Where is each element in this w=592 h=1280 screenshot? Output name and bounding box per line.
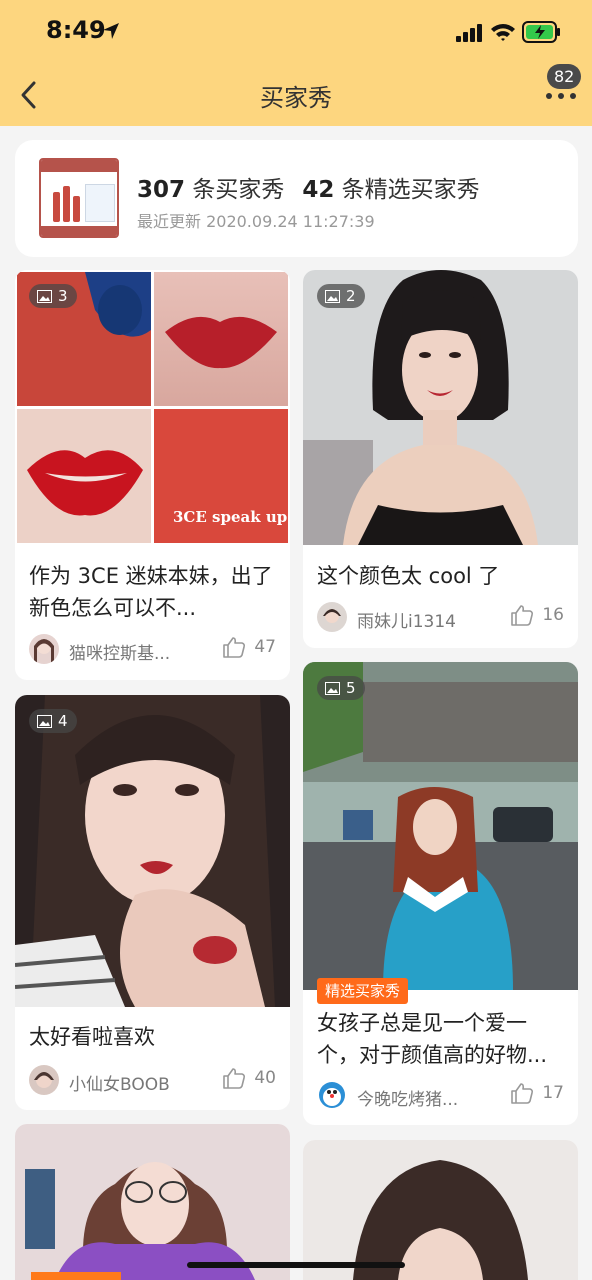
product-thumbnail[interactable] bbox=[39, 158, 119, 238]
like-button[interactable]: 17 bbox=[510, 1082, 564, 1104]
post-caption: 这个颜色太 cool 了 bbox=[317, 564, 500, 588]
post-author: 今晚吃烤猪... 17 bbox=[317, 1080, 564, 1112]
like-button[interactable]: 47 bbox=[222, 636, 276, 658]
like-count: 40 bbox=[254, 1068, 276, 1088]
page-title: 买家秀 bbox=[260, 84, 332, 112]
image-icon bbox=[325, 681, 340, 695]
navigation-bar: 买家秀 82 bbox=[0, 64, 592, 126]
post-card[interactable] bbox=[303, 1140, 578, 1280]
author-name: 今晚吃烤猪... bbox=[357, 1090, 459, 1110]
summary-card: 307 条买家秀 42 条精选买家秀 最近更新 2020.09.24 11:27:… bbox=[15, 140, 578, 257]
avatar bbox=[317, 602, 347, 632]
avatar bbox=[317, 1080, 347, 1110]
post-card[interactable]: 2 这个颜色太 cool 了 雨妹儿i1314 16 bbox=[303, 270, 578, 648]
like-button[interactable]: 40 bbox=[222, 1067, 276, 1089]
image-count-badge: 5 bbox=[317, 676, 365, 700]
post-photo bbox=[303, 1140, 578, 1280]
post-photo: 3CE speak up 3 bbox=[15, 270, 290, 545]
image-icon bbox=[37, 714, 52, 728]
post-card[interactable] bbox=[15, 1124, 290, 1280]
like-count: 47 bbox=[254, 637, 276, 657]
featured-count: 42 bbox=[302, 177, 335, 203]
post-photo: 5 bbox=[303, 662, 578, 990]
author-name: 猫咪控斯基... bbox=[69, 644, 171, 664]
notification-badge: 82 bbox=[547, 64, 582, 89]
thumbs-up-icon bbox=[223, 637, 246, 658]
featured-tag: 精选买家秀 bbox=[317, 978, 409, 1004]
buyer-show-count: 307 bbox=[137, 177, 186, 203]
author-name: 小仙女BOOB bbox=[69, 1075, 170, 1095]
like-count: 16 bbox=[542, 605, 564, 625]
image-icon bbox=[37, 289, 52, 303]
author-name: 雨妹儿i1314 bbox=[357, 612, 456, 632]
home-indicator bbox=[187, 1262, 405, 1268]
header: 8:49 买家秀 82 bbox=[0, 0, 592, 126]
status-time: 8:49 bbox=[46, 16, 106, 44]
thumbs-up-icon bbox=[511, 1083, 534, 1104]
post-author: 猫咪控斯基... 47 bbox=[29, 634, 276, 666]
post-card[interactable]: 5 精选买家秀 女孩子总是见一个爱一个，对于颜值高的好物... 今晚吃烤猪...… bbox=[303, 662, 578, 1125]
wifi-icon bbox=[491, 24, 515, 41]
post-author: 小仙女BOOB 40 bbox=[29, 1065, 276, 1097]
thumbs-up-icon bbox=[511, 605, 534, 626]
thumbs-up-icon bbox=[223, 1068, 246, 1089]
location-arrow-icon bbox=[103, 23, 119, 39]
avatar bbox=[29, 1065, 59, 1095]
cellular-signal-icon bbox=[456, 24, 482, 42]
avatar bbox=[29, 634, 59, 664]
post-caption: 女孩子总是见一个爱一个，对于颜值高的好物... bbox=[317, 1011, 548, 1067]
post-photo: 2 bbox=[303, 270, 578, 545]
post-caption: 太好看啦喜欢 bbox=[29, 1025, 155, 1049]
battery-charging-icon bbox=[522, 21, 560, 43]
image-icon bbox=[325, 289, 340, 303]
status-bar: 8:49 bbox=[0, 0, 592, 64]
post-card[interactable]: 4 太好看啦喜欢 小仙女BOOB 40 bbox=[15, 695, 290, 1110]
featured-label: 条精选买家秀 bbox=[341, 177, 480, 203]
post-card[interactable]: 3CE speak up 3 作为 3CE 迷妹本妹，出了新色怎么可以不... … bbox=[15, 270, 290, 680]
image-count-badge: 3 bbox=[29, 284, 77, 308]
post-photo: 4 bbox=[15, 695, 290, 1007]
more-options-icon[interactable] bbox=[546, 91, 576, 101]
post-caption: 作为 3CE 迷妹本妹，出了新色怎么可以不... bbox=[29, 564, 273, 620]
like-button[interactable]: 16 bbox=[510, 604, 564, 626]
buyer-show-label: 条买家秀 bbox=[192, 177, 285, 203]
last-updated-text: 最近更新 2020.09.24 11:27:39 bbox=[137, 212, 375, 231]
post-photo bbox=[15, 1124, 290, 1280]
image-count-badge: 4 bbox=[29, 709, 77, 733]
photo-overlay-text: 3CE speak up bbox=[173, 508, 287, 526]
like-count: 17 bbox=[542, 1083, 564, 1103]
post-author: 雨妹儿i1314 16 bbox=[317, 602, 564, 634]
image-count-badge: 2 bbox=[317, 284, 365, 308]
summary-stats: 307 条买家秀 42 条精选买家秀 bbox=[137, 170, 480, 204]
